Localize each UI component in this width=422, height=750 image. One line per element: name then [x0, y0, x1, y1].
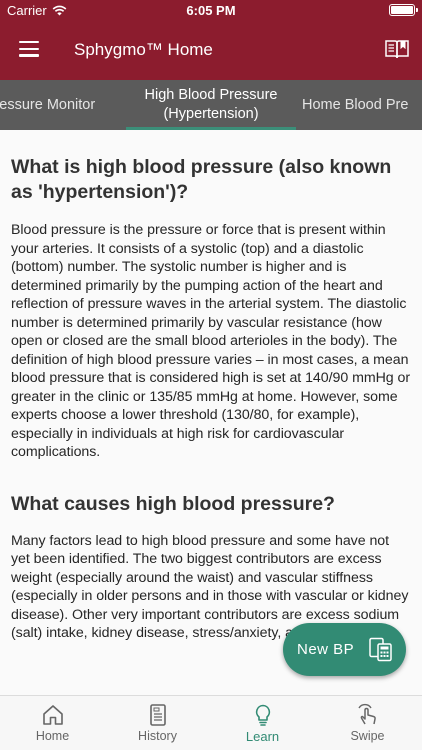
nav-swipe[interactable]: Swipe [315, 696, 420, 750]
bottom-navigation: Home History Learn Swipe [0, 695, 422, 750]
swipe-hand-icon [357, 703, 376, 725]
nav-swipe-label: Swipe [350, 729, 385, 743]
home-icon [42, 705, 63, 725]
tab-label-line2: (Hypertension) [163, 106, 259, 122]
new-bp-label: New BP [297, 641, 355, 658]
article-paragraph: Blood pressure is the pressure or force … [11, 222, 411, 460]
book-icon[interactable] [385, 39, 409, 59]
hamburger-menu-icon[interactable] [19, 41, 39, 59]
calculator-document-icon [369, 637, 392, 662]
tab-label-line1: High Blood Pressure [144, 87, 278, 103]
tab-label: Pressure Monitor [0, 96, 96, 113]
nav-learn-label: Learn [245, 729, 280, 744]
history-document-icon [149, 704, 166, 726]
lightbulb-icon [255, 704, 270, 726]
article-heading: What causes high blood pressure? [11, 492, 335, 515]
app-title: Sphygmo™ Home [74, 40, 213, 59]
battery-icon [389, 4, 418, 16]
status-bar: Carrier 6:05 PM [0, 0, 422, 22]
app-bar: Sphygmo™ Home [0, 22, 422, 80]
nav-home-label: Home [35, 729, 70, 743]
new-bp-button[interactable]: New BP [283, 623, 406, 676]
nav-history-label: History [138, 729, 177, 743]
tab-home-blood-pressure[interactable]: Home Blood Pre [302, 80, 422, 130]
tab-bar: Pressure Monitor High Blood Pressure (Hy… [0, 80, 422, 130]
nav-history[interactable]: History [105, 696, 210, 750]
tab-label: Home Blood Pre [302, 96, 409, 113]
article-content[interactable]: What is high blood pressure (also known … [0, 130, 422, 695]
tab-high-blood-pressure[interactable]: High Blood Pressure (Hypertension) [126, 80, 296, 130]
nav-learn[interactable]: Learn [210, 696, 315, 750]
article-heading: What is high blood pressure (also known … [11, 156, 392, 203]
tab-blood-pressure-monitor[interactable]: Pressure Monitor [0, 80, 120, 130]
tab-label: High Blood Pressure (Hypertension) [145, 86, 278, 124]
status-time: 6:05 PM [186, 3, 236, 18]
nav-home[interactable]: Home [0, 696, 105, 750]
